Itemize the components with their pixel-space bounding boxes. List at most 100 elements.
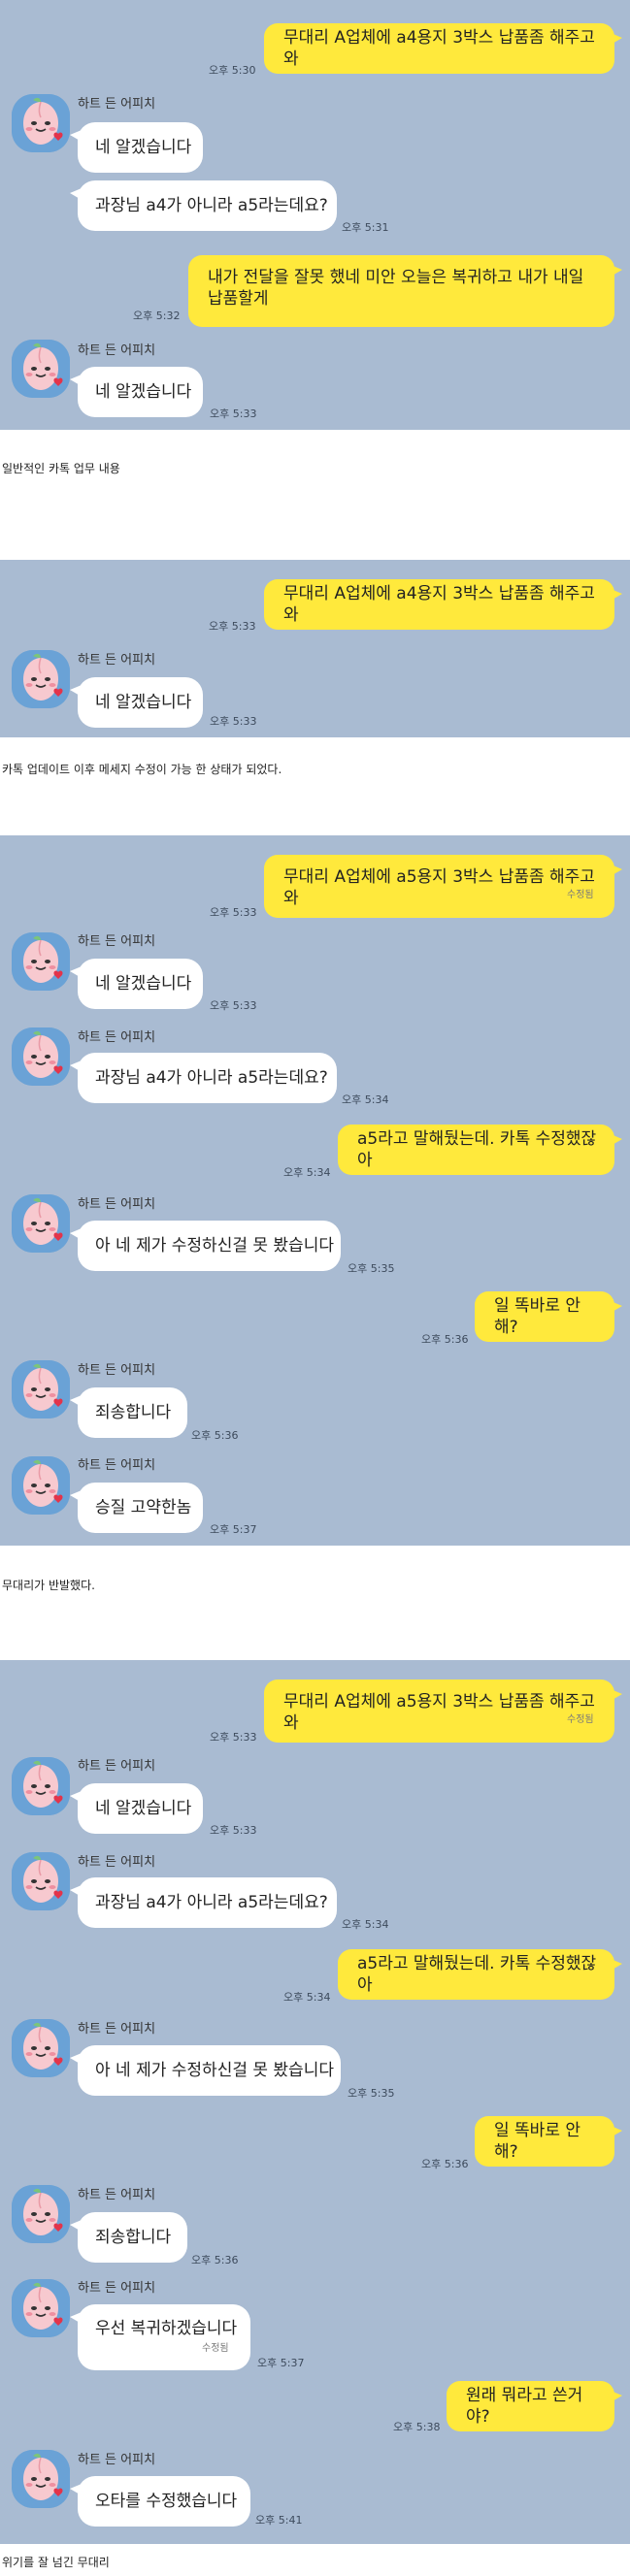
sender-name: 하트 든 어피치 — [78, 1855, 156, 1870]
message-time: 오후 5:34 — [342, 1918, 389, 1931]
sender-name: 하트 든 어피치 — [78, 2453, 156, 2467]
peach-character-icon — [12, 94, 70, 152]
chat-bubble-incoming[interactable]: 죄송합니다 — [70, 1387, 187, 1438]
avatar[interactable] — [12, 2279, 70, 2337]
chat-bubble-incoming[interactable]: 오타를 수정했습니다 — [70, 2476, 250, 2527]
sender-name: 하트 든 어피치 — [78, 1458, 156, 1473]
peach-character-icon — [12, 2185, 70, 2243]
avatar[interactable] — [12, 1852, 70, 1910]
chat-bubble-outgoing[interactable]: a5라고 말해뒀는데. 카톡 수정했잖아 — [338, 1949, 622, 2000]
message-time: 오후 5:34 — [283, 1991, 331, 2004]
chat-bubble-incoming[interactable]: 네 알겠습니다 — [70, 959, 203, 1009]
avatar[interactable] — [12, 1456, 70, 1515]
message-time: 오후 5:33 — [210, 999, 257, 1012]
avatar[interactable] — [12, 1027, 70, 1086]
chat-bubble-incoming[interactable]: 네 알겠습니다 — [70, 122, 203, 173]
sender-name: 하트 든 어피치 — [78, 343, 156, 358]
message-time: 오후 5:33 — [210, 906, 257, 919]
sender-name: 하트 든 어피치 — [78, 2022, 156, 2037]
avatar[interactable] — [12, 340, 70, 398]
message-time: 오후 5:34 — [342, 1093, 389, 1106]
avatar[interactable] — [12, 1360, 70, 1418]
sender-name: 하트 든 어피치 — [78, 1030, 156, 1045]
peach-character-icon — [12, 650, 70, 708]
sender-name: 하트 든 어피치 — [78, 934, 156, 949]
peach-character-icon — [12, 1027, 70, 1086]
avatar[interactable] — [12, 2185, 70, 2243]
message-time: 오후 5:36 — [421, 1333, 469, 1346]
message-time: 오후 5:33 — [210, 715, 257, 728]
message-time: 오후 5:37 — [257, 2357, 305, 2369]
chat-bubble-incoming[interactable]: 네 알겠습니다 — [70, 367, 203, 417]
sender-name: 하트 든 어피치 — [78, 1197, 156, 1212]
chat-bubble-incoming[interactable]: 과장님 a4가 아니라 a5라는데요? — [70, 1877, 337, 1928]
avatar[interactable] — [12, 94, 70, 152]
sender-name: 하트 든 어피치 — [78, 653, 156, 668]
peach-character-icon — [12, 932, 70, 991]
caption: 무대리가 반발했다. — [2, 1579, 95, 1592]
chat-bubble-incoming[interactable]: 네 알겠습니다 — [70, 1783, 203, 1834]
message-time: 오후 5:30 — [209, 64, 256, 77]
message-time: 오후 5:33 — [210, 1731, 257, 1744]
chat-screen-1[interactable]: 무대리 A업체에 a4용지 3박스 납품좀 해주고 와 오후 5:30 하트 든… — [0, 0, 630, 430]
chat-bubble-outgoing[interactable]: 무대리 A업체에 a5용지 3박스 납품좀 해주고 와 — [264, 1679, 622, 1743]
caption: 카톡 업데이트 이후 메세지 수정이 가능 한 상태가 되었다. — [2, 763, 282, 776]
chat-bubble-outgoing[interactable]: 내가 전달을 잘못 했네 미안 오늘은 복귀하고 내가 내일 납품할게 — [188, 255, 622, 327]
sender-name: 하트 든 어피치 — [78, 97, 156, 112]
message-time: 오후 5:37 — [210, 1523, 257, 1536]
chat-bubble-outgoing[interactable]: a5라고 말해뒀는데. 카톡 수정했잖아 — [338, 1125, 622, 1175]
chat-bubble-incoming[interactable]: 아 네 제가 수정하신걸 못 봤습니다 — [70, 1221, 341, 1271]
message-time: 오후 5:32 — [133, 310, 181, 322]
chat-bubble-incoming[interactable]: 승질 고약한놈 — [70, 1483, 203, 1533]
peach-character-icon — [12, 2019, 70, 2077]
avatar[interactable] — [12, 2019, 70, 2077]
avatar[interactable] — [12, 1194, 70, 1253]
chat-bubble-incoming[interactable]: 우선 복귀하겠습니다 — [70, 2304, 250, 2370]
chat-bubble-incoming[interactable]: 네 알겠습니다 — [70, 677, 203, 728]
message-time: 오후 5:34 — [283, 1166, 331, 1179]
message-time: 오후 5:36 — [191, 1429, 239, 1442]
chat-bubble-outgoing[interactable]: 무대리 A업체에 a4용지 3박스 납품좀 해주고 와 — [264, 579, 622, 630]
chat-bubble-outgoing[interactable]: 원래 뭐라고 쓴거야? — [447, 2381, 622, 2431]
chat-screen-3[interactable]: 무대리 A업체에 a5용지 3박스 납품좀 해주고 와 수정됨 오후 5:33 … — [0, 835, 630, 1546]
message-time: 오후 5:33 — [210, 1824, 257, 1837]
avatar[interactable] — [12, 2450, 70, 2508]
chat-bubble-outgoing[interactable]: 무대리 A업체에 a4용지 3박스 납품좀 해주고 와 — [264, 23, 622, 74]
message-time: 오후 5:35 — [348, 1262, 395, 1275]
avatar[interactable] — [12, 1757, 70, 1815]
edited-label: 수정됨 — [567, 1714, 594, 1725]
chat-bubble-incoming[interactable]: 죄송합니다 — [70, 2212, 187, 2263]
chat-bubble-incoming[interactable]: 과장님 a4가 아니라 a5라는데요? — [70, 1053, 337, 1103]
edited-label: 수정됨 — [202, 2343, 229, 2354]
message-time: 오후 5:31 — [342, 221, 389, 234]
message-time: 오후 5:33 — [210, 408, 257, 420]
caption: 위기를 잘 넘긴 무대리 — [2, 2556, 110, 2569]
peach-character-icon — [12, 2450, 70, 2508]
peach-character-icon — [12, 1757, 70, 1815]
chat-screen-2[interactable]: 무대리 A업체에 a4용지 3박스 납품좀 해주고 와 오후 5:33 하트 든… — [0, 560, 630, 737]
peach-character-icon — [12, 2279, 70, 2337]
chat-bubble-incoming[interactable]: 과장님 a4가 아니라 a5라는데요? — [70, 180, 337, 231]
sender-name: 하트 든 어피치 — [78, 1363, 156, 1378]
chat-bubble-incoming[interactable]: 아 네 제가 수정하신걸 못 봤습니다 — [70, 2045, 341, 2096]
message-time: 오후 5:38 — [393, 2421, 441, 2433]
sender-name: 하트 든 어피치 — [78, 2281, 156, 2296]
chat-bubble-outgoing[interactable]: 무대리 A업체에 a5용지 3박스 납품좀 해주고 와 — [264, 855, 622, 918]
avatar[interactable] — [12, 650, 70, 708]
avatar[interactable] — [12, 932, 70, 991]
peach-character-icon — [12, 340, 70, 398]
peach-character-icon — [12, 1360, 70, 1418]
sender-name: 하트 든 어피치 — [78, 1759, 156, 1774]
caption: 일반적인 카톡 업무 내용 — [2, 462, 120, 475]
chat-bubble-outgoing[interactable]: 일 똑바로 안해? — [475, 1291, 622, 1342]
peach-character-icon — [12, 1852, 70, 1910]
chat-screen-4[interactable]: 무대리 A업체에 a5용지 3박스 납품좀 해주고 와 수정됨 오후 5:33 … — [0, 1660, 630, 2544]
message-time: 오후 5:33 — [209, 620, 256, 633]
edited-label: 수정됨 — [567, 890, 594, 900]
chat-bubble-outgoing[interactable]: 일 똑바로 안해? — [475, 2116, 622, 2167]
message-time: 오후 5:36 — [191, 2254, 239, 2266]
peach-character-icon — [12, 1456, 70, 1515]
message-time: 오후 5:41 — [255, 2514, 303, 2527]
sender-name: 하트 든 어피치 — [78, 2188, 156, 2202]
peach-character-icon — [12, 1194, 70, 1253]
